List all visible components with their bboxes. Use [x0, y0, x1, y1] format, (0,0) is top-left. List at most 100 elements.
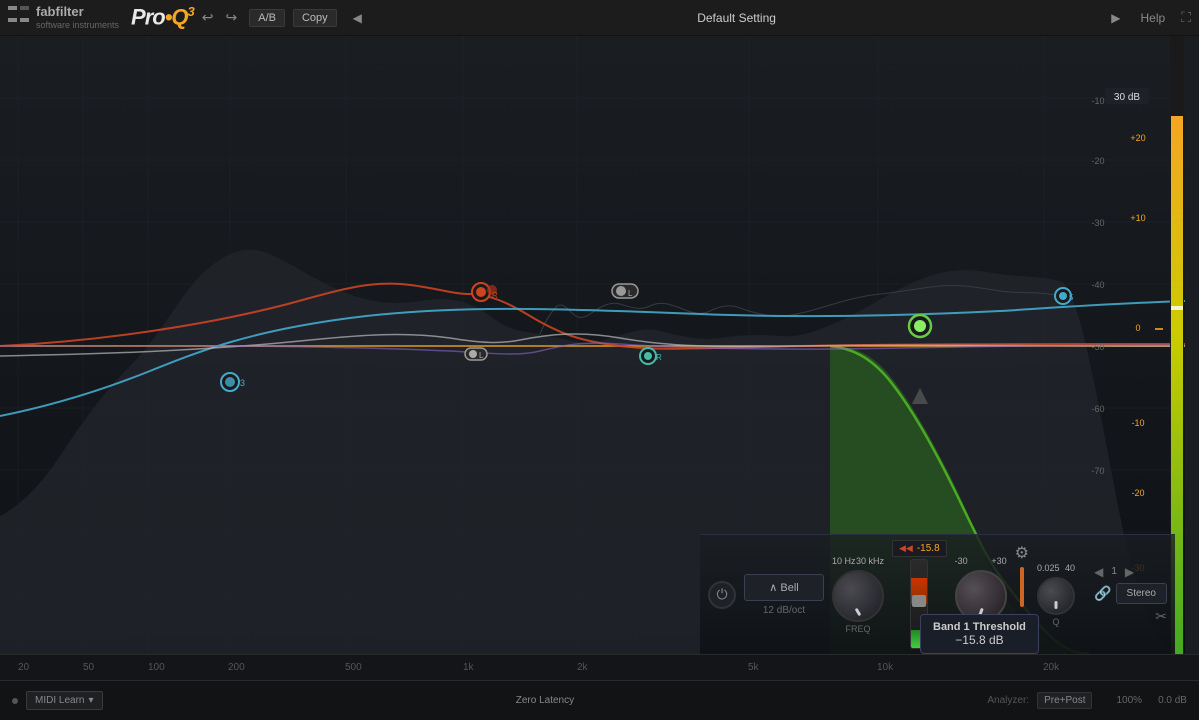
svg-text:+10: +10 [1130, 213, 1145, 223]
product-logo: Pro•Q3 [131, 4, 194, 30]
undo-redo-group: ↩ ↪ [198, 9, 241, 26]
gain-db-label: 0.0 dB [1158, 695, 1187, 706]
svg-text:+20: +20 [1130, 133, 1145, 143]
gain-indicator-bar [1020, 567, 1024, 607]
preset-area: Default Setting [362, 11, 1111, 25]
svg-text:L: L [479, 351, 484, 360]
tooltip-title: Band 1 Threshold [933, 621, 1026, 633]
freq-500: 500 [345, 662, 362, 673]
settings-group: ⚙ [1015, 539, 1029, 607]
freq-20k: 20k [1043, 662, 1059, 673]
chain-button[interactable]: 🔗 [1094, 585, 1111, 602]
svg-text:-20: -20 [1091, 156, 1104, 166]
ab-button[interactable]: A/B [249, 9, 285, 27]
q-max-label: 40 [1065, 563, 1075, 573]
scissors-group: ✂ [1094, 608, 1167, 625]
band-panel: ⏻ ∧ Bell 12 dB/oct 10 Hz 30 kHz FREQ [700, 534, 1175, 654]
band-power-button[interactable]: ⏻ [708, 581, 736, 609]
svg-text:30 dB: 30 dB [1114, 92, 1140, 103]
power-icon: ⏻ [716, 586, 727, 603]
gain-max-label: +30 [991, 556, 1006, 566]
q-min-label: 0.025 [1037, 563, 1060, 573]
svg-text:0: 0 [1135, 323, 1140, 333]
q-knob-label: Q [1052, 617, 1059, 627]
brand-name: fabfilter [36, 4, 119, 20]
band-prev-button[interactable]: ◀ [1094, 565, 1103, 579]
stereo-link-group: 🔗 Stereo [1094, 583, 1167, 604]
freq-100: 100 [148, 662, 165, 673]
settings-button[interactable]: ⚙ [1015, 543, 1029, 563]
q-text: Q [171, 5, 187, 30]
svg-text:-50: -50 [1091, 342, 1104, 352]
pro-text: Pro [131, 5, 165, 30]
svg-text:-70: -70 [1091, 466, 1104, 476]
fabfilter-logo-icon [8, 6, 30, 28]
gain-min-label: -30 [955, 556, 968, 566]
help-button[interactable]: Help [1141, 11, 1166, 25]
logo-text: fabfilter software instruments [36, 4, 119, 30]
freq-1k: 1k [463, 662, 474, 673]
logo-area: fabfilter software instruments [8, 4, 119, 30]
version-num: 3 [188, 4, 194, 19]
preset-next-button[interactable]: ▶ [1111, 11, 1120, 25]
q-knob[interactable] [1037, 577, 1075, 615]
svg-text:-40: -40 [1091, 280, 1104, 290]
band-number: 1 [1107, 566, 1121, 577]
zoom-label: 100% [1116, 695, 1142, 706]
filter-arrow-icon: ∧ [769, 582, 777, 594]
svg-text:3: 3 [240, 378, 245, 388]
freq-knob-container: 10 Hz 30 kHz FREQ [832, 556, 884, 634]
preset-name: Default Setting [697, 11, 776, 25]
analyzer-label: Analyzer: [987, 695, 1029, 706]
freq-10k: 10k [877, 662, 893, 673]
bottom-bar: MIDI Learn ▾ Zero Latency Analyzer: Pre+… [0, 680, 1199, 720]
svg-text:-20: -20 [1131, 488, 1144, 498]
svg-text:R: R [656, 353, 662, 362]
filter-slope-label: 12 dB/oct [744, 605, 824, 616]
brand-sub: software instruments [36, 20, 119, 31]
svg-text:-30: -30 [1091, 218, 1104, 228]
freq-20: 20 [18, 662, 29, 673]
filter-type-group: ∧ Bell 12 dB/oct [744, 574, 824, 616]
svg-text:-10: -10 [1131, 418, 1144, 428]
filter-type-button[interactable]: ∧ Bell [744, 574, 824, 601]
midi-arrow-icon: ▾ [88, 695, 93, 706]
status-dot [12, 698, 18, 704]
svg-text:-10: -10 [1091, 96, 1104, 106]
gain-value: -15.8 [917, 543, 940, 554]
svg-text:R: R [492, 291, 498, 300]
preset-prev-button[interactable]: ◀ [353, 11, 362, 25]
eq-area: 3 L R L R 5 -10 -20 -30 -40 -50 -60 [0, 36, 1199, 654]
freq-knob[interactable] [832, 570, 884, 622]
band-next-button[interactable]: ▶ [1125, 565, 1134, 579]
freq-200: 200 [228, 662, 245, 673]
svg-text:L: L [628, 289, 633, 298]
freq-bar: 20 50 100 200 500 1k 2k 5k 10k 20k [0, 654, 1199, 680]
svg-text:-60: -60 [1091, 404, 1104, 414]
undo-button[interactable]: ↩ [198, 9, 218, 26]
stereo-button[interactable]: Stereo [1116, 583, 1167, 604]
freq-min-label: 10 Hz [832, 556, 856, 566]
midi-label: MIDI Learn [35, 695, 84, 706]
redo-button[interactable]: ↪ [222, 9, 242, 26]
filter-type-label: Bell [780, 582, 798, 594]
midi-learn-button[interactable]: MIDI Learn ▾ [26, 691, 103, 710]
ab-copy-group: A/B Copy [249, 9, 340, 27]
copy-button[interactable]: Copy [293, 9, 337, 27]
q-knob-container: 0.025 40 Q [1037, 563, 1075, 627]
header: fabfilter software instruments Pro•Q3 ↩ … [0, 0, 1199, 36]
stereo-area: ◀ 1 ▶ 🔗 Stereo ✂ [1094, 565, 1167, 625]
maximize-button[interactable]: ⛶ [1181, 9, 1191, 26]
freq-5k: 5k [748, 662, 759, 673]
freq-max-label: 30 kHz [856, 556, 884, 566]
threshold-tooltip: Band 1 Threshold −15.8 dB [920, 614, 1039, 654]
freq-knob-label: FREQ [845, 624, 870, 634]
freq-2k: 2k [577, 662, 588, 673]
scissors-button[interactable]: ✂ [1155, 608, 1167, 625]
tooltip-value: −15.8 dB [933, 633, 1026, 647]
band-nav: ◀ 1 ▶ [1094, 565, 1167, 579]
latency-button[interactable]: Zero Latency [516, 695, 574, 706]
gain-value-display: ◀◀ -15.8 [892, 540, 947, 557]
analyzer-mode-button[interactable]: Pre+Post [1037, 692, 1092, 709]
freq-50: 50 [83, 662, 94, 673]
